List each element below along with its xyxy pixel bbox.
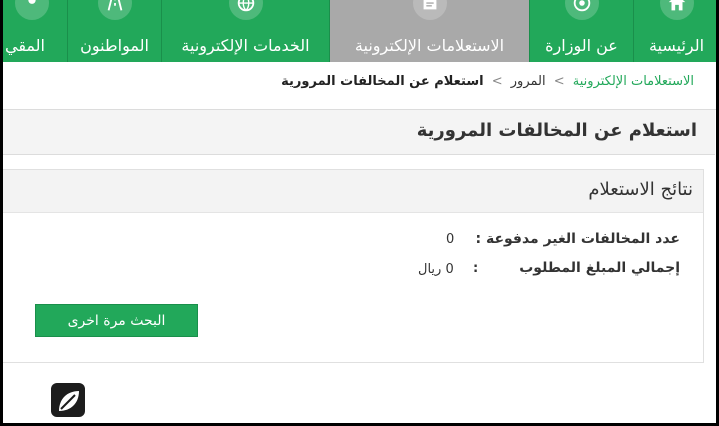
- breadcrumb-current: استعلام عن المخالفات المرورية: [281, 74, 484, 89]
- nav-item-label: الاستعلامات الإلكترونية: [354, 36, 505, 55]
- unpaid-count-value: 0: [446, 232, 455, 247]
- breadcrumb-link-traffic[interactable]: المرور: [511, 74, 546, 89]
- page-title-bar: استعلام عن المخالفات المرورية: [3, 110, 715, 155]
- search-again-button[interactable]: البحث مرة اخرى: [35, 304, 198, 337]
- nav-item-label: الخدمات الإلكترونية: [181, 36, 310, 55]
- breadcrumb-separator: >: [553, 74, 565, 89]
- browser-frame: الرئيسية عن الوزارة الاستعلامات الإلكترو…: [0, 0, 719, 426]
- emblem-icon: [564, 0, 599, 20]
- unpaid-count-label: عدد المخالفات الغير مدفوعة :: [475, 231, 680, 247]
- nav-item-inquiries[interactable]: الاستعلامات الإلكترونية: [329, 0, 529, 62]
- nav-item-label: عن الوزارة: [545, 36, 618, 55]
- nav-item-label: المقي: [5, 36, 45, 55]
- total-amount-value: 0 ريال: [418, 262, 454, 277]
- results-header: نتائج الاستعلام: [3, 170, 703, 213]
- breadcrumb-link-inquiries[interactable]: الاستعلامات الإلكترونية: [573, 74, 694, 89]
- residents-icon: [15, 0, 49, 20]
- breadcrumb-separator: >: [491, 74, 503, 89]
- home-icon: [659, 0, 694, 20]
- nav-item-residents[interactable]: المقي: [3, 0, 67, 62]
- page-title: استعلام عن المخالفات المرورية: [416, 120, 697, 141]
- total-amount-colon: :: [473, 261, 479, 276]
- main-nav: الرئيسية عن الوزارة الاستعلامات الإلكترو…: [3, 0, 716, 62]
- unpaid-label-text: عدد المخالفات الغير مدفوعة :: [475, 231, 680, 247]
- breadcrumb: الاستعلامات الإلكترونية > المرور > استعل…: [281, 74, 694, 89]
- nav-item-home[interactable]: الرئيسية: [633, 0, 716, 62]
- results-title: نتائج الاستعلام: [588, 179, 693, 200]
- globe-icon: [228, 0, 263, 20]
- nav-item-about[interactable]: عن الوزارة: [529, 0, 633, 62]
- nav-item-eservices[interactable]: الخدمات الإلكترونية: [161, 0, 329, 62]
- total-amount-label: إجمالي المبلغ المطلوب: [519, 260, 680, 276]
- nav-item-citizens[interactable]: المواطنون: [67, 0, 161, 62]
- nav-item-label: المواطنون: [80, 36, 149, 55]
- inquiry-icon: [412, 0, 447, 20]
- road-icon: [97, 0, 132, 20]
- nav-item-label: الرئيسية: [648, 36, 705, 55]
- ministry-logo-icon: [49, 381, 87, 421]
- total-label-text: إجمالي المبلغ المطلوب: [519, 260, 680, 276]
